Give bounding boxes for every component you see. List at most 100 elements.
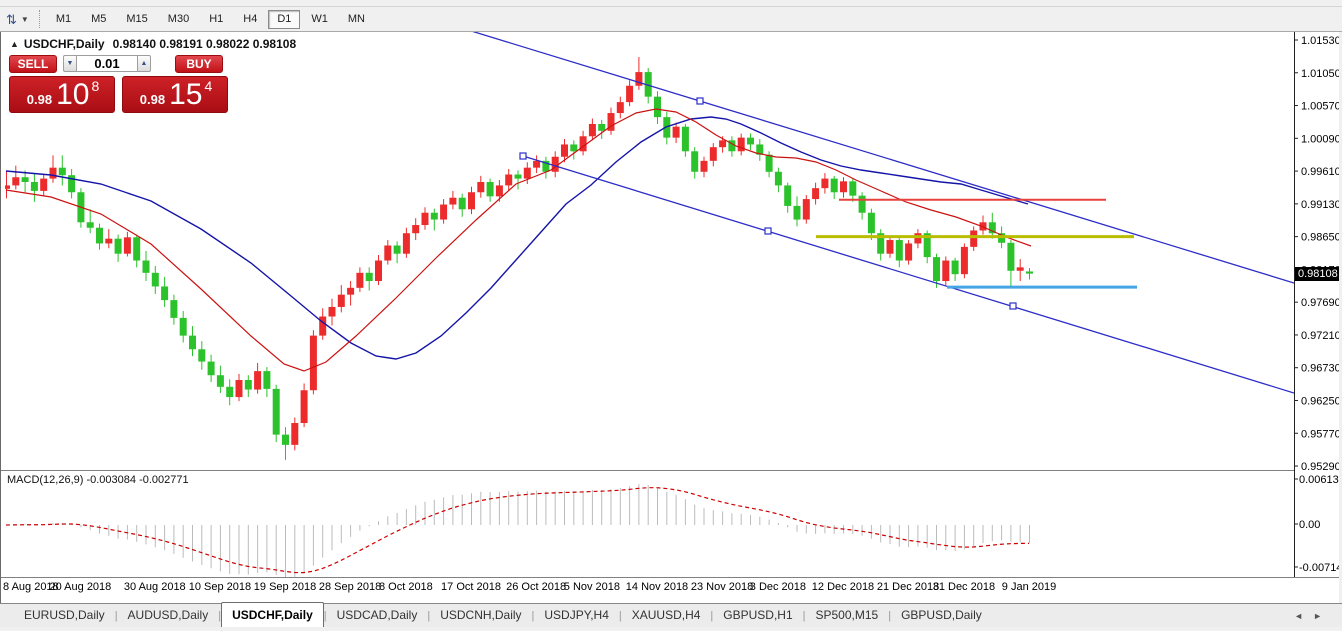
- clipped-toolbar-row: [0, 0, 1342, 7]
- tab-gbpusd-h1[interactable]: GBPUSD,H1: [713, 604, 802, 627]
- candle-body: [254, 371, 261, 389]
- date-label: 5 Nov 2018: [564, 581, 620, 593]
- date-label: 28 Sep 2018: [319, 581, 381, 593]
- lot-decrease-button[interactable]: ▼: [63, 55, 77, 72]
- candle-body: [942, 261, 949, 281]
- candle-body: [533, 161, 540, 168]
- candle-body: [115, 239, 122, 254]
- tab-audusd-daily[interactable]: AUDUSD,Daily: [118, 604, 219, 627]
- buy-button[interactable]: BUY: [175, 55, 223, 73]
- status-strip: [0, 627, 1342, 631]
- candle-body: [468, 192, 475, 209]
- candle-body: [515, 174, 522, 178]
- candle-body: [952, 261, 959, 275]
- candle-body: [403, 233, 410, 253]
- current-price-badge: 0.98108: [1295, 267, 1341, 281]
- candle-body: [487, 182, 494, 196]
- timeframe-button-d1[interactable]: D1: [268, 10, 300, 29]
- candle-body: [626, 86, 633, 102]
- macd-tick-label: 0.006137: [1299, 474, 1342, 486]
- candle-body: [654, 97, 661, 117]
- candle-body: [961, 247, 968, 274]
- price-tick-label: 0.97210: [1301, 330, 1341, 342]
- candle-body: [226, 387, 233, 397]
- timeframe-button-mn[interactable]: MN: [339, 10, 374, 29]
- one-click-trading-panel: SELL ▼ ▲ BUY 0.98 10 8 0.98 15 4: [9, 54, 229, 113]
- date-label: 17 Oct 2018: [441, 581, 501, 593]
- lot-size-input[interactable]: [77, 55, 137, 72]
- date-label: 10 Sep 2018: [189, 581, 251, 593]
- tab-usdjpy-h4[interactable]: USDJPY,H4: [534, 604, 618, 627]
- timeframe-button-m1[interactable]: M1: [47, 10, 80, 29]
- sell-price-box[interactable]: 0.98 10 8: [9, 76, 115, 113]
- chart-tab-bar: EURUSD,Daily|AUDUSD,Daily|USDCHF,Daily|U…: [0, 603, 1342, 627]
- macd-indicator-label: MACD(12,26,9) -0.003084 -0.002771: [7, 474, 189, 486]
- terminal-window: ⇅ ▼ M1M5M15M30H1H4D1W1MN 1.015301.010501…: [0, 0, 1342, 631]
- price-tick-label: 1.00090: [1301, 133, 1341, 145]
- trendline-handle[interactable]: [765, 228, 771, 234]
- candle-body: [1017, 267, 1024, 270]
- sell-button[interactable]: SELL: [9, 55, 57, 73]
- candle-body: [775, 172, 782, 186]
- candle-body: [505, 174, 512, 185]
- sell-price-sup: 8: [91, 78, 99, 94]
- buy-price-sup: 4: [204, 78, 212, 94]
- toolbar-drag-handle[interactable]: [39, 10, 40, 28]
- date-label: 3 Dec 2018: [750, 581, 806, 593]
- tab-usdcnh-daily[interactable]: USDCNH,Daily: [430, 604, 531, 627]
- tab-gbpusd-daily[interactable]: GBPUSD,Daily: [891, 604, 992, 627]
- candle-body: [208, 362, 215, 376]
- candle-body: [812, 188, 819, 199]
- sell-price-big: 10: [56, 80, 89, 110]
- date-label: 31 Dec 2018: [933, 581, 995, 593]
- candle-body: [849, 181, 856, 195]
- timeframe-button-h4[interactable]: H4: [234, 10, 266, 29]
- trendline-handle[interactable]: [1010, 303, 1016, 309]
- chart-canvas[interactable]: 1.015301.010501.005701.000900.996100.991…: [1, 32, 1342, 631]
- date-label: 14 Nov 2018: [626, 581, 688, 593]
- chart-tools-button[interactable]: ⇅ ▼: [0, 7, 35, 31]
- timeframe-button-m15[interactable]: M15: [117, 10, 156, 29]
- candle-body: [887, 240, 894, 254]
- tab-scroll-left-icon[interactable]: ◄: [1294, 611, 1313, 621]
- tab-usdcad-daily[interactable]: USDCAD,Daily: [327, 604, 428, 627]
- trendline-handle[interactable]: [697, 98, 703, 104]
- chart-ohlc-values: 0.98140 0.98191 0.98022 0.98108: [113, 37, 297, 51]
- chevron-down-icon[interactable]: ▼: [21, 15, 29, 24]
- tab-scroll-right-icon[interactable]: ►: [1313, 611, 1332, 621]
- candle-body: [691, 151, 698, 171]
- timeframe-button-m30[interactable]: M30: [159, 10, 198, 29]
- candle-body: [803, 199, 810, 219]
- tab-xauusd-h4[interactable]: XAUUSD,H4: [622, 604, 711, 627]
- price-tick-label: 0.95290: [1301, 461, 1341, 473]
- candle-body: [1026, 271, 1033, 273]
- candle-body: [496, 185, 503, 196]
- chart-tabs: EURUSD,Daily|AUDUSD,Daily|USDCHF,Daily|U…: [0, 602, 992, 627]
- candle-body: [1007, 243, 1014, 271]
- lot-increase-button[interactable]: ▲: [137, 55, 151, 72]
- candle-body: [356, 273, 363, 288]
- tab-eurusd-daily[interactable]: EURUSD,Daily: [14, 604, 115, 627]
- candle-body: [394, 246, 401, 254]
- one-click-collapse-icon[interactable]: ▲: [10, 39, 19, 49]
- price-tick-label: 0.97690: [1301, 297, 1341, 309]
- timeframe-button-m5[interactable]: M5: [82, 10, 115, 29]
- price-tick-label: 1.01530: [1301, 35, 1341, 47]
- date-label: 26 Oct 2018: [506, 581, 566, 593]
- candle-body: [682, 127, 689, 152]
- trendline-lower[interactable]: [523, 156, 1294, 393]
- candle-body: [449, 198, 456, 205]
- timeframe-button-h1[interactable]: H1: [200, 10, 232, 29]
- buy-price-box[interactable]: 0.98 15 4: [122, 76, 228, 113]
- tab-usdchf-daily[interactable]: USDCHF,Daily: [221, 602, 324, 628]
- candle-body: [282, 435, 289, 445]
- candle-body: [22, 177, 29, 182]
- date-label: 12 Dec 2018: [812, 581, 874, 593]
- timeframe-button-w1[interactable]: W1: [302, 10, 337, 29]
- candle-body: [59, 168, 66, 176]
- tab-sp500-m15[interactable]: SP500,M15: [806, 604, 889, 627]
- candle-body: [784, 185, 791, 205]
- candle-body: [263, 371, 270, 389]
- trendline-handle[interactable]: [520, 153, 526, 159]
- candle-body: [747, 138, 754, 145]
